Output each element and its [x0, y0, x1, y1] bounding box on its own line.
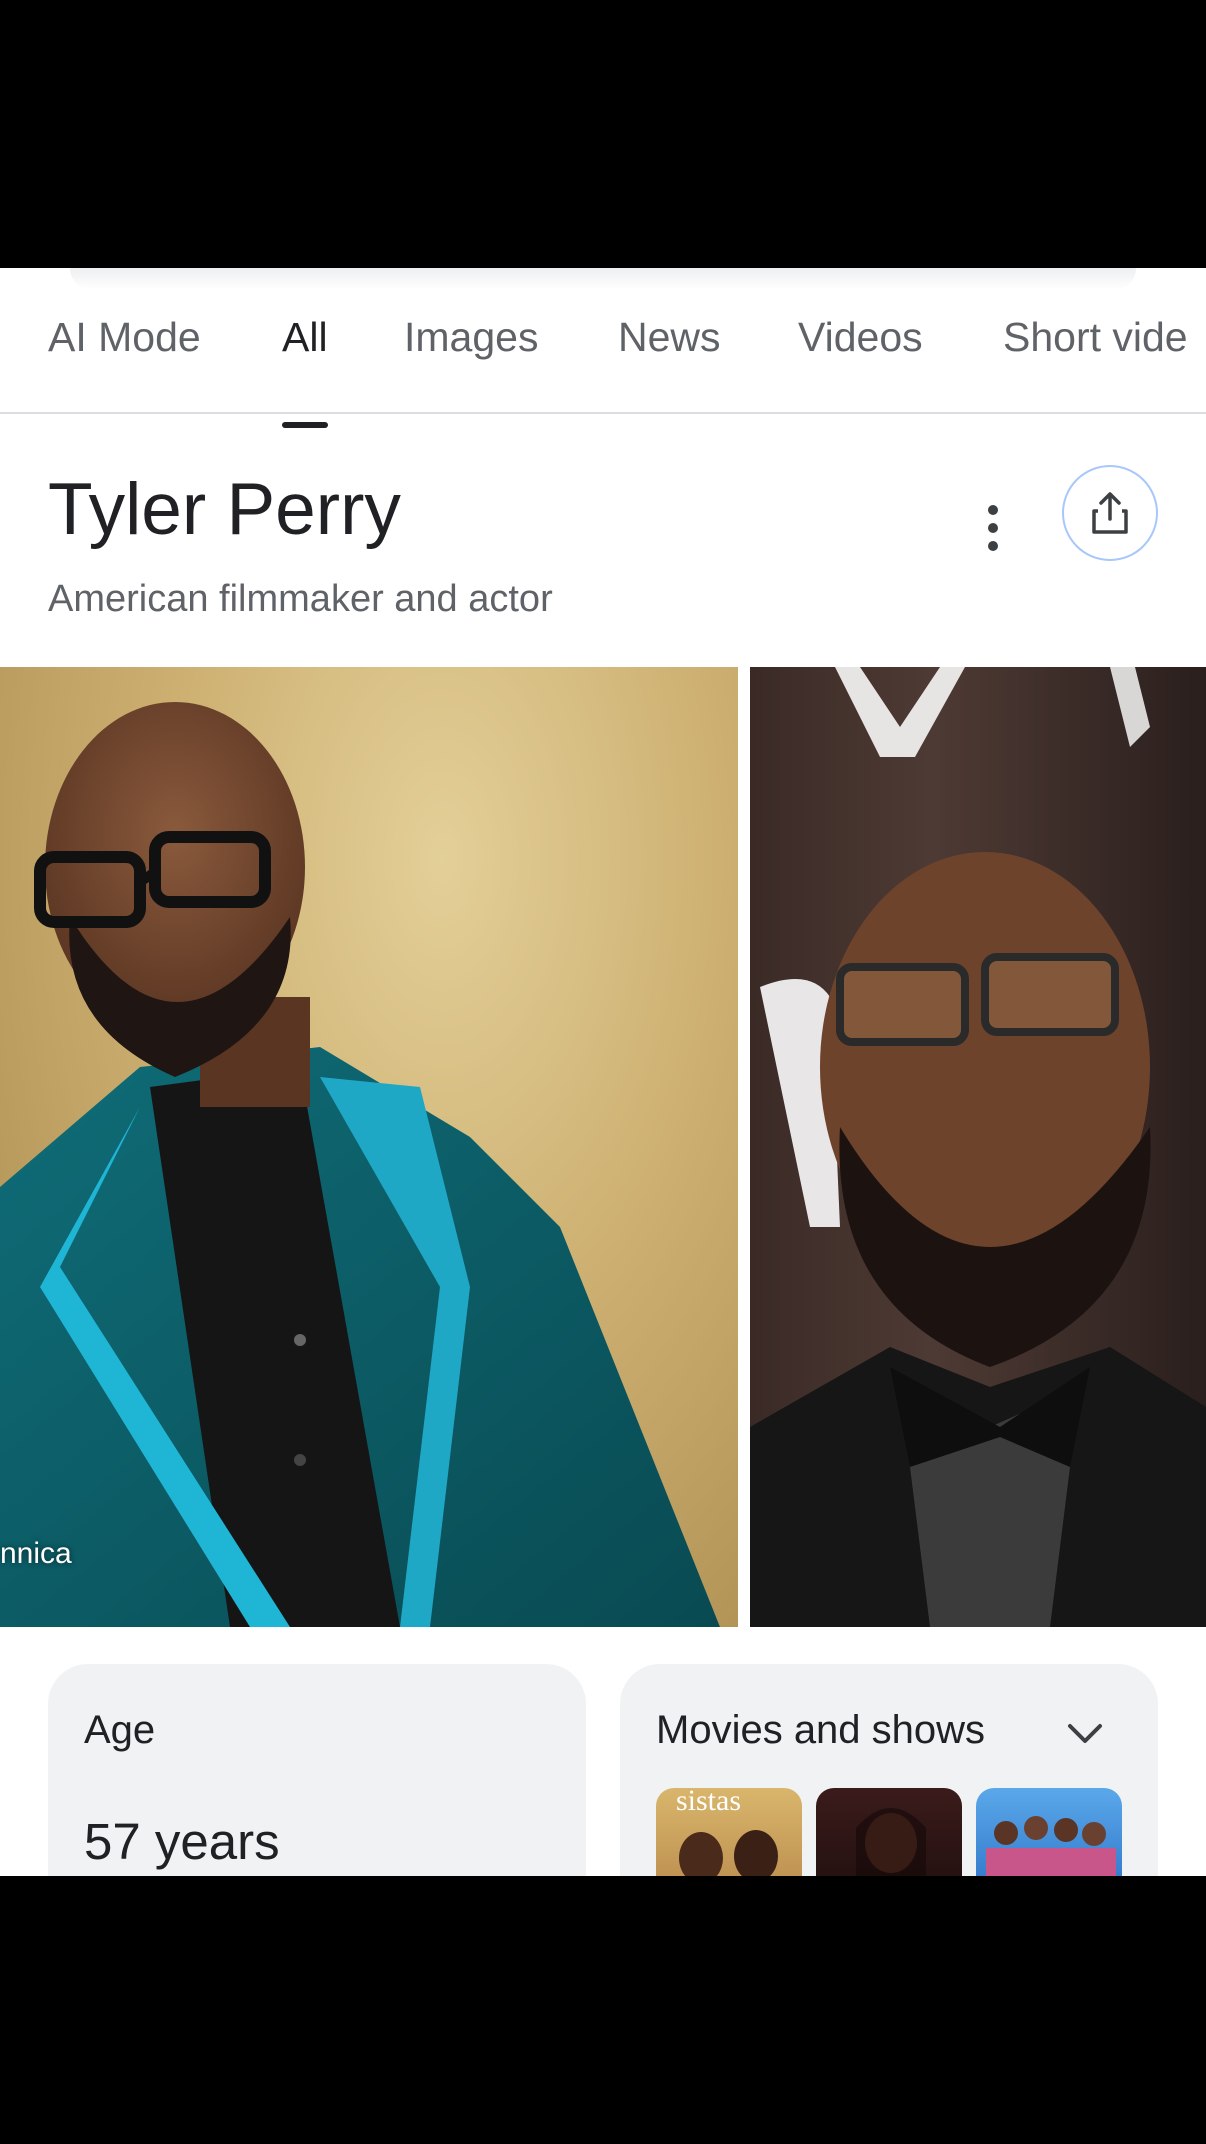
tab-ai-mode[interactable]: AI Mode [48, 314, 201, 404]
active-tab-indicator [282, 422, 328, 428]
tab-images[interactable]: Images [404, 314, 538, 404]
tab-label: Short vide [1003, 314, 1188, 360]
navigation-area [0, 1876, 1206, 2144]
entity-image-2[interactable] [750, 667, 1206, 1627]
share-icon [1092, 492, 1128, 534]
age-card[interactable]: Age 57 years [48, 1664, 586, 1876]
tab-videos[interactable]: Videos [798, 314, 923, 404]
status-area [0, 0, 1206, 268]
tab-short-videos[interactable]: Short vide [1003, 314, 1188, 404]
age-value: 57 years [84, 1813, 280, 1870]
share-button[interactable] [1062, 465, 1158, 561]
image-credit: nnica [0, 1537, 72, 1570]
entity-subtitle: American filmmaker and actor [48, 578, 553, 620]
thumbnail-art [856, 1808, 926, 1876]
movies-card[interactable]: Movies and shows sistas [620, 1664, 1158, 1876]
entity-image-1[interactable] [0, 667, 738, 1627]
movies-label: Movies and shows [656, 1708, 986, 1752]
chevron-down-icon[interactable] [1060, 1708, 1110, 1758]
search-tabs: AI Mode All Images News Videos Short vid… [0, 268, 1206, 428]
tab-label: Images [404, 314, 539, 360]
thumbnail-art [986, 1816, 1116, 1876]
entity-title: Tyler Perry [48, 469, 401, 550]
movie-thumbnail-3[interactable] [976, 1788, 1122, 1876]
movie-thumbnail-1[interactable]: sistas [656, 1788, 802, 1876]
search-results-screen: AI Mode All Images News Videos Short vid… [0, 268, 1206, 1876]
tab-all[interactable]: All [282, 314, 328, 428]
tab-news[interactable]: News [618, 314, 721, 404]
more-options-button[interactable] [970, 488, 1016, 568]
tab-label: Videos [798, 314, 923, 360]
tab-label: AI Mode [48, 314, 201, 360]
movie-thumbnail-2[interactable] [816, 1788, 962, 1876]
thumbnail-title-text: sistas [676, 1788, 742, 1817]
age-label: Age [84, 1708, 156, 1752]
tab-label: All [282, 314, 328, 360]
portrait-illustration-2 [750, 667, 1206, 1627]
tab-label: News [618, 314, 721, 360]
more-vert-icon [988, 505, 998, 515]
portrait-illustration [0, 702, 720, 1627]
